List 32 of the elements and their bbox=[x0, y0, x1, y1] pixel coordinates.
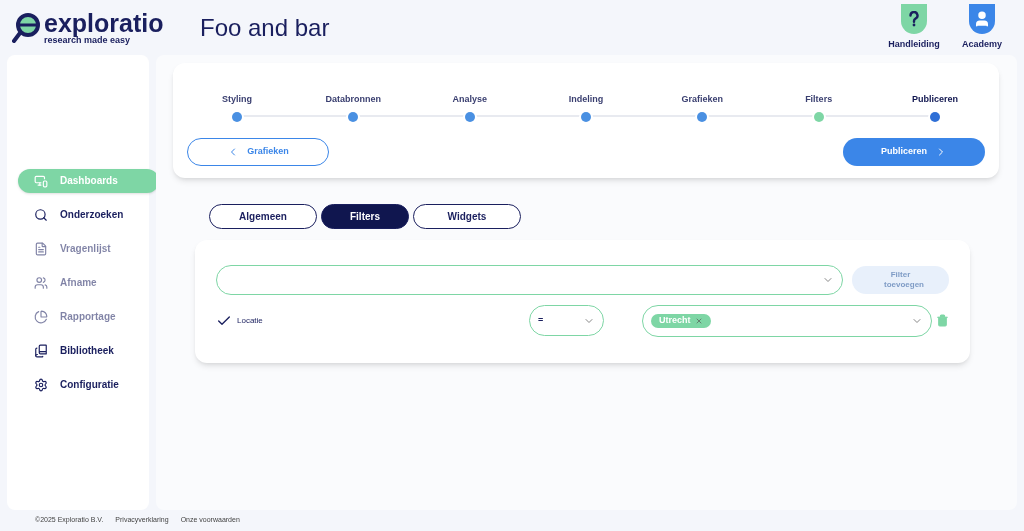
academy-button[interactable]: Academy bbox=[956, 3, 1008, 52]
presentation-icon bbox=[34, 173, 48, 188]
step-label: Publiceren bbox=[911, 93, 958, 106]
tab[interactable]: Filters bbox=[321, 203, 409, 229]
tab[interactable]: Algemeen bbox=[209, 203, 317, 229]
books-icon bbox=[34, 343, 48, 358]
filter-field-name: Locatie bbox=[237, 314, 264, 327]
step-label: Filters bbox=[805, 93, 833, 106]
settings-icon bbox=[34, 377, 48, 392]
magnifier-logo-icon bbox=[12, 11, 40, 44]
step-label: Grafieken bbox=[681, 93, 724, 106]
publish-button[interactable]: Publiceren bbox=[843, 137, 985, 166]
pie-chart-icon bbox=[34, 309, 48, 324]
remove-icon bbox=[694, 316, 703, 325]
sidebar-item[interactable]: Bibliotheek bbox=[18, 338, 159, 363]
page-title: Foo and bar bbox=[200, 12, 330, 43]
document-icon bbox=[34, 241, 48, 256]
search-icon bbox=[34, 207, 48, 222]
tab[interactable]: Widgets bbox=[413, 203, 521, 229]
trash-icon[interactable] bbox=[936, 314, 949, 327]
step-label: Analyse bbox=[452, 93, 487, 106]
step-label: Styling bbox=[222, 93, 252, 106]
help-button[interactable]: Handleiding bbox=[888, 3, 940, 52]
step-label: Indeling bbox=[568, 93, 604, 106]
step-label: Databronnen bbox=[325, 93, 382, 106]
sidebar-item[interactable]: Configuratie bbox=[18, 372, 159, 397]
logo-tagline: research made easy bbox=[44, 35, 131, 45]
people-icon bbox=[34, 275, 48, 290]
sidebar-item[interactable]: Onderzoeken bbox=[18, 202, 159, 227]
person-icon bbox=[973, 9, 991, 28]
question-icon bbox=[909, 10, 919, 27]
logo-wordmark: exploratio bbox=[44, 10, 164, 36]
